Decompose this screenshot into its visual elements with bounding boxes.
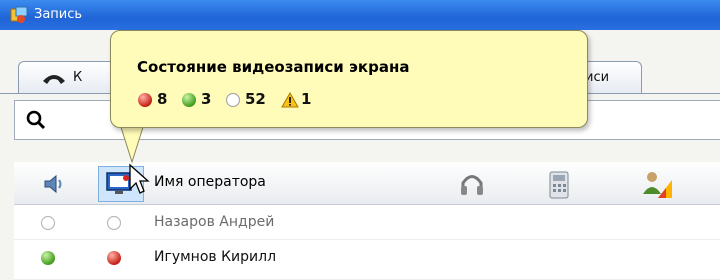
operator-name: Игумнов Кирилл [154,249,277,265]
mouse-cursor-icon [129,163,150,194]
status-green-icon [41,251,55,265]
window-title: Запись [34,7,83,22]
phone-handset-icon [43,75,65,84]
status-red-icon [138,93,152,107]
warning-icon [281,92,299,108]
operator-name-column-header[interactable]: Имя оператора [154,174,266,190]
agent-icon[interactable] [640,170,674,200]
tab-recordings-label: иси [585,70,610,85]
grid-header: Имя оператора [14,162,720,205]
table-row[interactable]: Назаров Андрей [14,205,720,240]
stat-red-count: 8 [157,90,168,108]
tab-calls-label: К [73,70,83,85]
status-empty-icon [40,215,56,231]
headset-icon[interactable] [458,170,486,198]
stat-empty-count: 52 [245,90,266,108]
phone-icon[interactable] [544,170,574,200]
status-empty-icon [106,215,122,231]
app-icon [10,6,28,23]
table-row[interactable]: Игумнов Кирилл [14,240,720,280]
status-red-icon [107,251,121,265]
window-titlebar: Запись [0,0,720,30]
stat-green-count: 3 [201,90,212,108]
status-tooltip: Состояние видеозаписи экрана 8 3 52 1 [110,30,588,128]
operator-name: Назаров Андрей [154,214,275,230]
search-icon [26,110,46,130]
stat-warning-count: 1 [301,90,312,108]
status-green-icon [182,93,196,107]
tooltip-title: Состояние видеозаписи экрана [137,58,410,76]
status-empty-icon [225,92,241,108]
tooltip-tail [119,124,145,164]
speaker-icon[interactable] [42,172,66,196]
